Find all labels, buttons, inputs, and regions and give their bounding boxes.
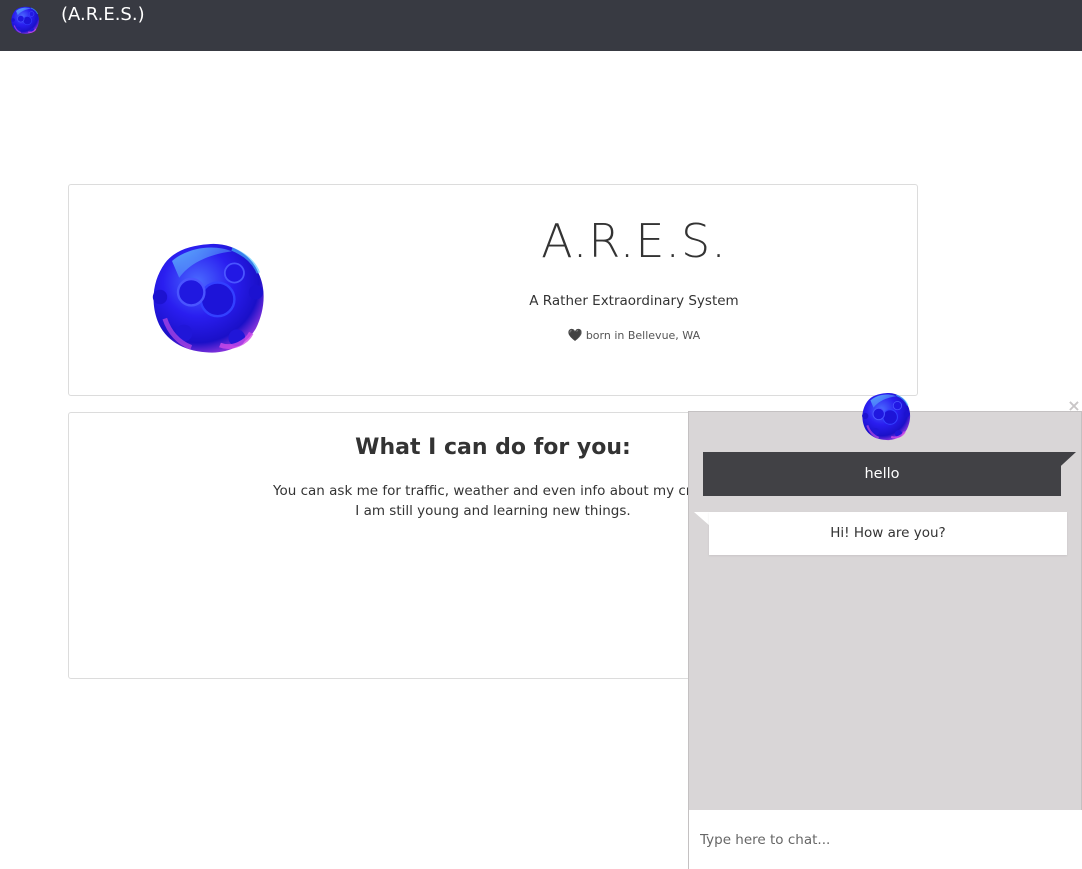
bot-message: Hi! How are you?: [709, 512, 1067, 555]
navbar: (A.R.E.S.): [0, 0, 1082, 51]
hero-title: A.R.E.S.: [541, 214, 727, 268]
orb-logo-icon[interactable]: [10, 5, 40, 35]
hero-card: A.R.E.S. A Rather Extraordinary System 🖤…: [68, 184, 918, 396]
user-message: hello: [703, 452, 1061, 496]
heart-icon: 🖤: [567, 328, 583, 342]
chat-avatar-icon: [861, 391, 912, 442]
bot-bubble-tail: [694, 512, 710, 526]
close-icon[interactable]: ×: [1066, 398, 1082, 414]
orb-icon: [145, 237, 271, 357]
born-location: 🖤 born in Bellevue, WA: [529, 328, 739, 342]
hero-subtitle: A Rather Extraordinary System: [529, 293, 739, 309]
born-text: born in Bellevue, WA: [585, 329, 701, 342]
chat-input[interactable]: [689, 810, 1082, 869]
navbar-title[interactable]: (A.R.E.S.): [61, 4, 145, 26]
